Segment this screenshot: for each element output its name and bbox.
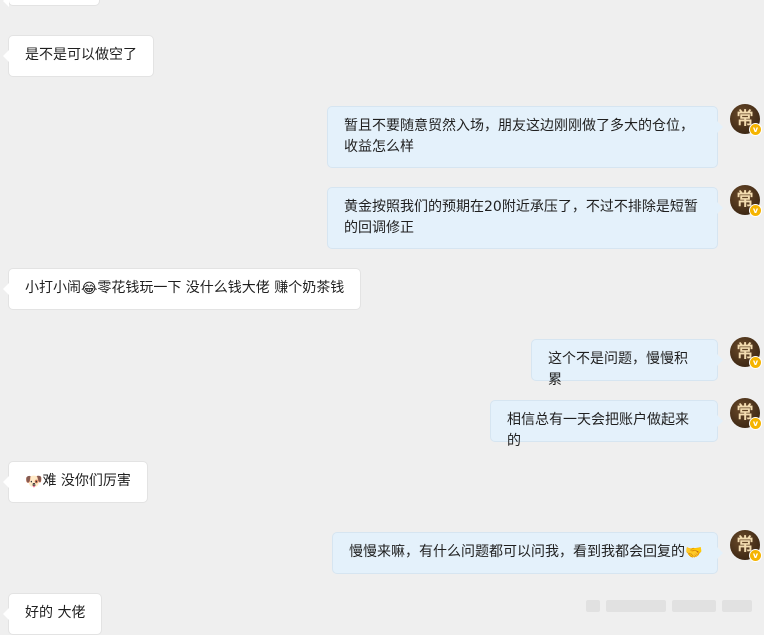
message-bubble-incoming: 好的 大佬	[2, 593, 103, 635]
message-text: 这个不是问题，慢慢积累	[548, 351, 688, 388]
verified-badge-icon: v	[749, 417, 762, 430]
message-bubble-outgoing: 慢慢来嘛，有什么问题都可以问我，看到我都会回复的🤝	[332, 532, 723, 574]
user-avatar-icon[interactable]: 常 v	[730, 185, 762, 217]
message-text: 小打小闹	[25, 280, 81, 296]
user-avatar-icon[interactable]: 常 v	[730, 337, 762, 369]
user-avatar-icon[interactable]: 常 v	[730, 398, 762, 430]
handshake-emoji-icon: 🤝	[685, 545, 703, 561]
message-bubble-outgoing: 这个不是问题，慢慢积累	[531, 339, 723, 388]
message-text: 难 没你们厉害	[42, 473, 131, 489]
message-text: 相信总有一天会把账户做起来的	[507, 412, 689, 449]
user-avatar-icon[interactable]: 常 v	[730, 530, 762, 562]
message-bubble-outgoing: 相信总有一天会把账户做起来的	[490, 400, 723, 449]
message-bubble-outgoing: 暂且不要随意贸然入场，朋友这边刚刚做了多大的仓位，收益怎么样	[327, 106, 723, 168]
message-bubble-incoming: 小打小闹😂零花钱玩一下 没什么钱大佬 赚个奶茶钱	[2, 268, 362, 310]
laughing-emoji-icon: 😂	[81, 281, 98, 297]
message-text: 黄金按照我们的预期在20附近承压了，不过不排除是短暂的回调修正	[344, 199, 698, 236]
watermark	[586, 600, 758, 614]
user-avatar-icon[interactable]: 常 v	[730, 104, 762, 136]
doge-emoji-icon: 🐶	[25, 474, 43, 490]
verified-badge-icon: v	[749, 356, 762, 369]
message-text: 零花钱玩一下 没什么钱大佬 赚个奶茶钱	[97, 280, 345, 296]
message-bubble-incoming: 🐶难 没你们厉害	[3, 461, 148, 503]
message-text: 暂且不要随意贸然入场，朋友这边刚刚做了多大的仓位，收益怎么样	[344, 118, 694, 155]
message-bubble-partial	[3, 0, 100, 7]
verified-badge-icon: v	[749, 204, 762, 217]
message-text: 是不是可以做空了	[25, 47, 137, 63]
message-bubble-outgoing: 黄金按照我们的预期在20附近承压了，不过不排除是短暂的回调修正	[327, 187, 723, 249]
message-text: 慢慢来嘛，有什么问题都可以问我，看到我都会回复的	[349, 544, 685, 560]
verified-badge-icon: v	[749, 123, 762, 136]
verified-badge-icon: v	[749, 549, 762, 562]
message-bubble-incoming: 是不是可以做空了	[3, 35, 154, 77]
message-text: 好的 大佬	[25, 605, 86, 621]
